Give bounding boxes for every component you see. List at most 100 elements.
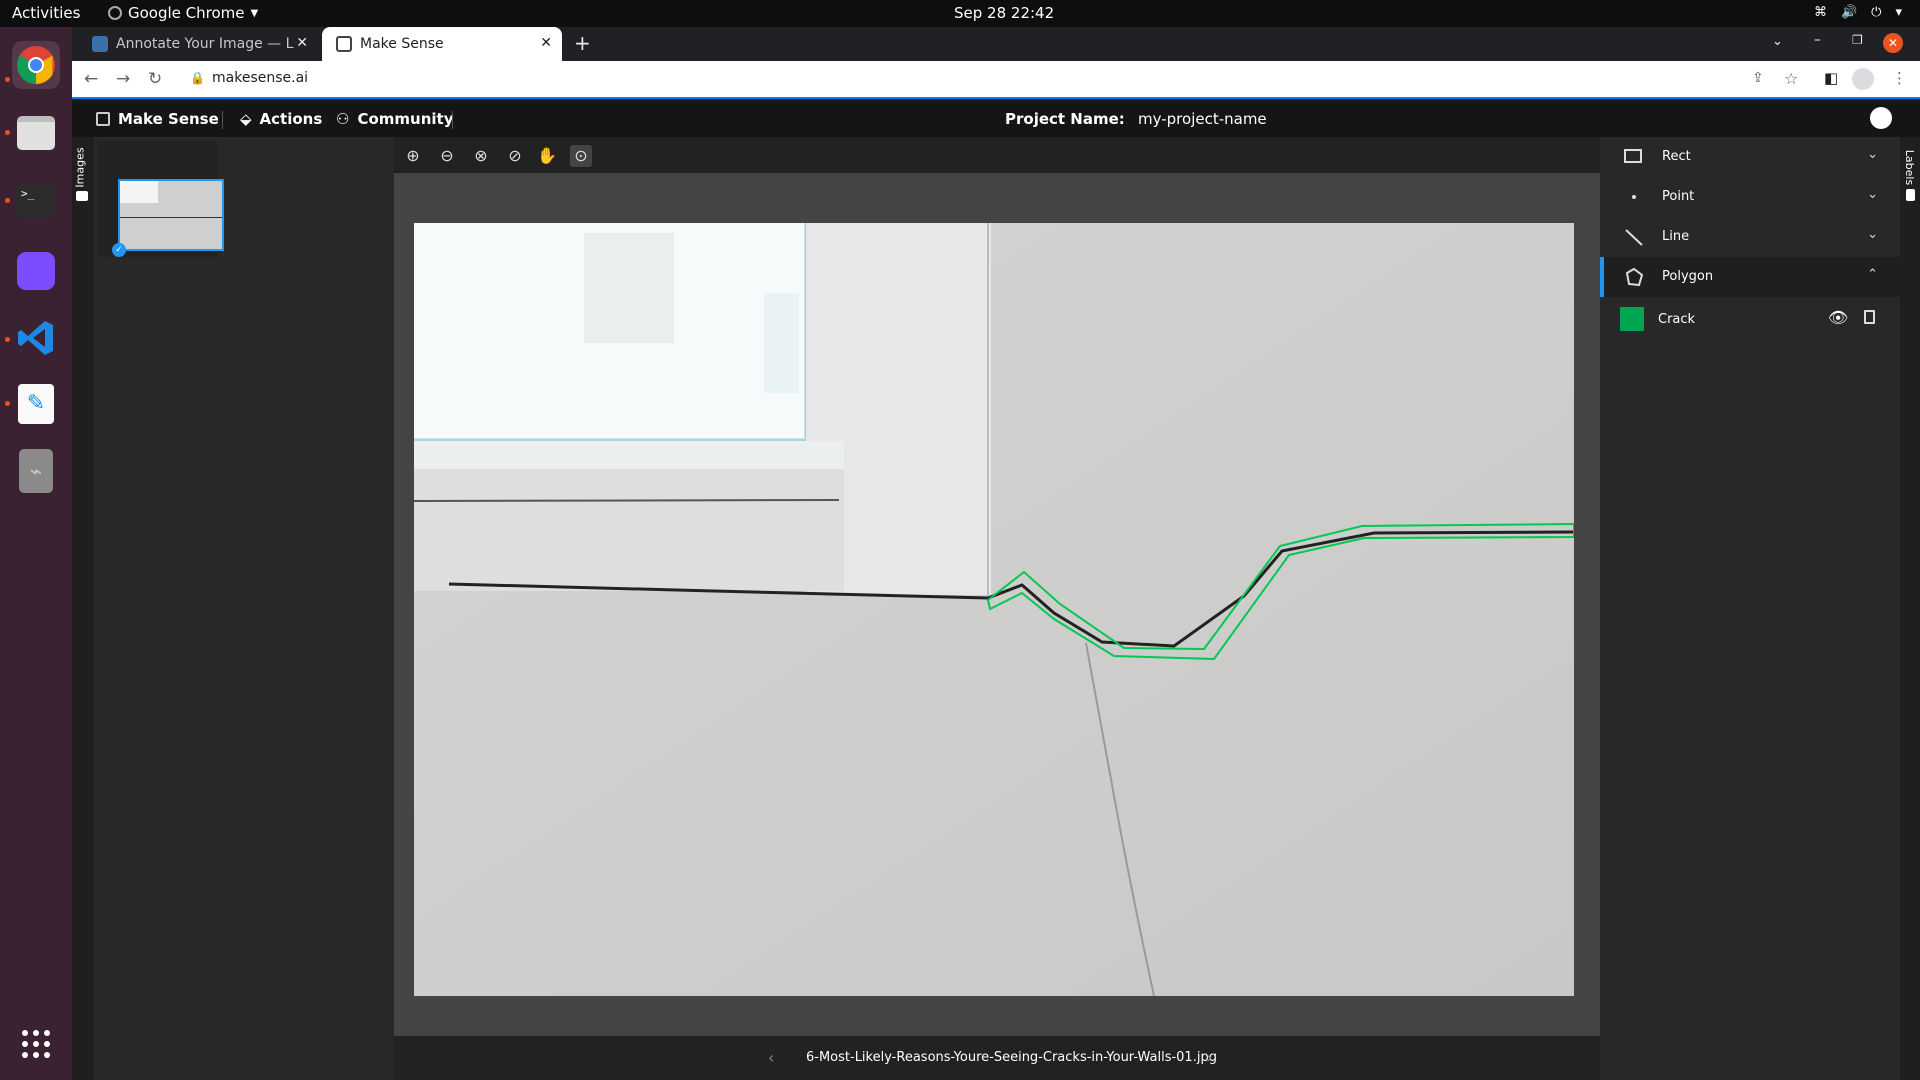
crosshair-icon[interactable]: ⊙ <box>570 145 592 167</box>
chevron-down-icon[interactable]: ⌄ <box>1867 147 1878 162</box>
show-apps-button[interactable] <box>12 1020 60 1068</box>
running-indicator <box>5 130 10 135</box>
app-grid-icon <box>22 1030 50 1058</box>
image-filename: 6-Most-Likely-Reasons-Youre-Seeing-Crack… <box>806 1050 1217 1065</box>
checked-badge-icon: ✓ <box>112 243 126 257</box>
previous-image-icon[interactable]: ‹ <box>768 1048 774 1067</box>
chrome-window: Annotate Your Image — L ✕ Make Sense ✕ +… <box>72 27 1920 1080</box>
reload-icon[interactable]: ↻ <box>148 69 162 89</box>
tag-icon <box>1906 189 1915 201</box>
images-tab-label: Images <box>73 147 87 188</box>
rect-icon <box>1624 149 1642 163</box>
label-name[interactable]: Crack <box>1658 312 1695 327</box>
project-name-group: Project Name: my-project-name <box>1005 110 1267 128</box>
kebab-menu-icon[interactable]: ⋮ <box>1892 69 1907 87</box>
tab-search-icon[interactable]: ⌄ <box>1772 34 1783 49</box>
app-menu[interactable]: Google Chrome ▼ <box>108 4 258 22</box>
label-type-name: Polygon <box>1662 269 1714 284</box>
polygon-icon <box>1625 267 1644 287</box>
files-dock-icon[interactable] <box>12 109 60 157</box>
lock-icon[interactable]: 🔒 <box>190 71 205 85</box>
label-type-line[interactable]: Line ⌄ <box>1600 217 1900 257</box>
chevron-down-icon[interactable]: ⌄ <box>1867 227 1878 242</box>
usb-drive-icon: ⌁ <box>19 449 53 493</box>
chrome-dock-icon[interactable] <box>12 41 60 89</box>
clock[interactable]: Sep 28 22:42 <box>954 4 1054 22</box>
close-window-icon[interactable]: ✕ <box>1883 33 1903 53</box>
images-side-tab[interactable]: Images <box>72 137 94 1080</box>
chevron-up-icon[interactable]: ⌃ <box>1867 267 1878 282</box>
eye-icon[interactable]: 👁 <box>1828 308 1848 327</box>
active-indicator <box>1600 257 1604 297</box>
image-thumbnail[interactable]: ✓ <box>98 141 224 257</box>
editor-canvas-area: ⊕ ⊖ ⊗ ⊘ ✋ ⊙ ‹ 6-Most-Likely-Reasons-Your… <box>394 137 1600 1080</box>
point-icon <box>1632 195 1636 199</box>
usb-dock-icon[interactable]: ⌁ <box>12 447 60 495</box>
app-dock-icon[interactable] <box>12 247 60 295</box>
text-editor-dock-icon[interactable]: ✎ <box>12 380 60 428</box>
tab-favicon-icon <box>336 36 352 52</box>
forward-icon[interactable]: → <box>116 69 130 89</box>
apps-purple-icon <box>17 252 55 290</box>
back-icon[interactable]: ← <box>84 69 98 89</box>
image-navigation-bar: ‹ 6-Most-Likely-Reasons-Youre-Seeing-Cra… <box>394 1036 1600 1080</box>
running-indicator <box>5 198 10 203</box>
activities-button[interactable]: Activities <box>12 4 80 22</box>
system-tray[interactable]: ⌘ 🔊 ⏻ ▾ <box>1814 5 1902 20</box>
restore-icon[interactable]: ❐ <box>1852 33 1863 47</box>
folder-icon <box>17 116 55 150</box>
zoom-out-icon[interactable]: ⊖ <box>436 145 458 167</box>
community-menu[interactable]: ⚇ Community <box>336 110 453 128</box>
labels-side-tab[interactable]: Labels <box>1900 137 1920 1080</box>
tab-label: Annotate Your Image — L <box>116 36 294 52</box>
divider <box>222 111 223 129</box>
running-indicator <box>5 77 10 82</box>
next-image-icon[interactable]: › <box>1206 1048 1212 1067</box>
tab-make-sense[interactable]: Make Sense ✕ <box>322 27 562 61</box>
community-label: Community <box>357 110 454 128</box>
close-tab-icon[interactable]: ✕ <box>296 35 308 51</box>
share-icon[interactable]: ⇪ <box>1752 70 1764 86</box>
label-type-polygon[interactable]: Polygon ⌃ <box>1600 257 1900 297</box>
hand-pan-icon[interactable]: ✋ <box>536 145 558 167</box>
community-icon: ⚇ <box>336 110 350 128</box>
caret-down-icon: ▼ <box>250 7 259 19</box>
labels-panel: Rect ⌄ Point ⌄ Line ⌄ Polygon ⌃ Crack 👁 <box>1600 137 1900 1080</box>
network-icon: ⌘ <box>1813 5 1827 20</box>
chevron-down-icon[interactable]: ⌄ <box>1867 187 1878 202</box>
zoom-fit-icon[interactable]: ⊗ <box>470 145 492 167</box>
project-name-input[interactable]: my-project-name <box>1138 110 1267 128</box>
annotated-image[interactable] <box>414 223 1574 996</box>
images-panel: ✓ <box>94 137 394 1080</box>
label-type-rect[interactable]: Rect ⌄ <box>1600 137 1900 177</box>
thumbnail-image <box>118 179 224 251</box>
label-color-swatch[interactable] <box>1620 307 1644 331</box>
tab-annotate[interactable]: Annotate Your Image — L ✕ <box>78 27 318 61</box>
label-type-name: Rect <box>1662 149 1691 164</box>
label-row-crack[interactable]: Crack 👁 <box>1600 301 1900 337</box>
minimize-icon[interactable]: – <box>1814 32 1821 48</box>
app-navbar: Make Sense ⬙ Actions ⚇ Community Project… <box>72 101 1920 137</box>
text-editor-icon: ✎ <box>18 384 54 424</box>
new-tab-button[interactable]: + <box>574 31 591 55</box>
address-bar[interactable]: makesense.ai <box>212 70 308 86</box>
profile-avatar[interactable] <box>1852 68 1874 90</box>
bookmark-star-icon[interactable]: ☆ <box>1784 69 1798 88</box>
terminal-dock-icon[interactable]: >_ <box>12 177 60 225</box>
vscode-dock-icon[interactable] <box>12 314 60 362</box>
rocket-icon: ⬙ <box>240 110 252 128</box>
brand[interactable]: Make Sense <box>96 110 219 128</box>
make-sense-app: Make Sense ⬙ Actions ⚇ Community Project… <box>72 101 1920 1080</box>
zoom-max-icon[interactable]: ⊘ <box>504 145 526 167</box>
line-icon <box>1625 229 1643 246</box>
running-indicator <box>5 401 10 406</box>
side-panel-icon[interactable]: ◧ <box>1824 69 1838 87</box>
labels-tab-label: Labels <box>1903 149 1917 186</box>
tab-label: Make Sense <box>360 36 444 52</box>
zoom-in-icon[interactable]: ⊕ <box>402 145 424 167</box>
label-type-point[interactable]: Point ⌄ <box>1600 177 1900 217</box>
trash-icon[interactable] <box>1864 310 1875 324</box>
github-icon[interactable] <box>1870 107 1892 129</box>
close-tab-icon[interactable]: ✕ <box>540 35 552 51</box>
actions-menu[interactable]: ⬙ Actions <box>240 110 322 128</box>
